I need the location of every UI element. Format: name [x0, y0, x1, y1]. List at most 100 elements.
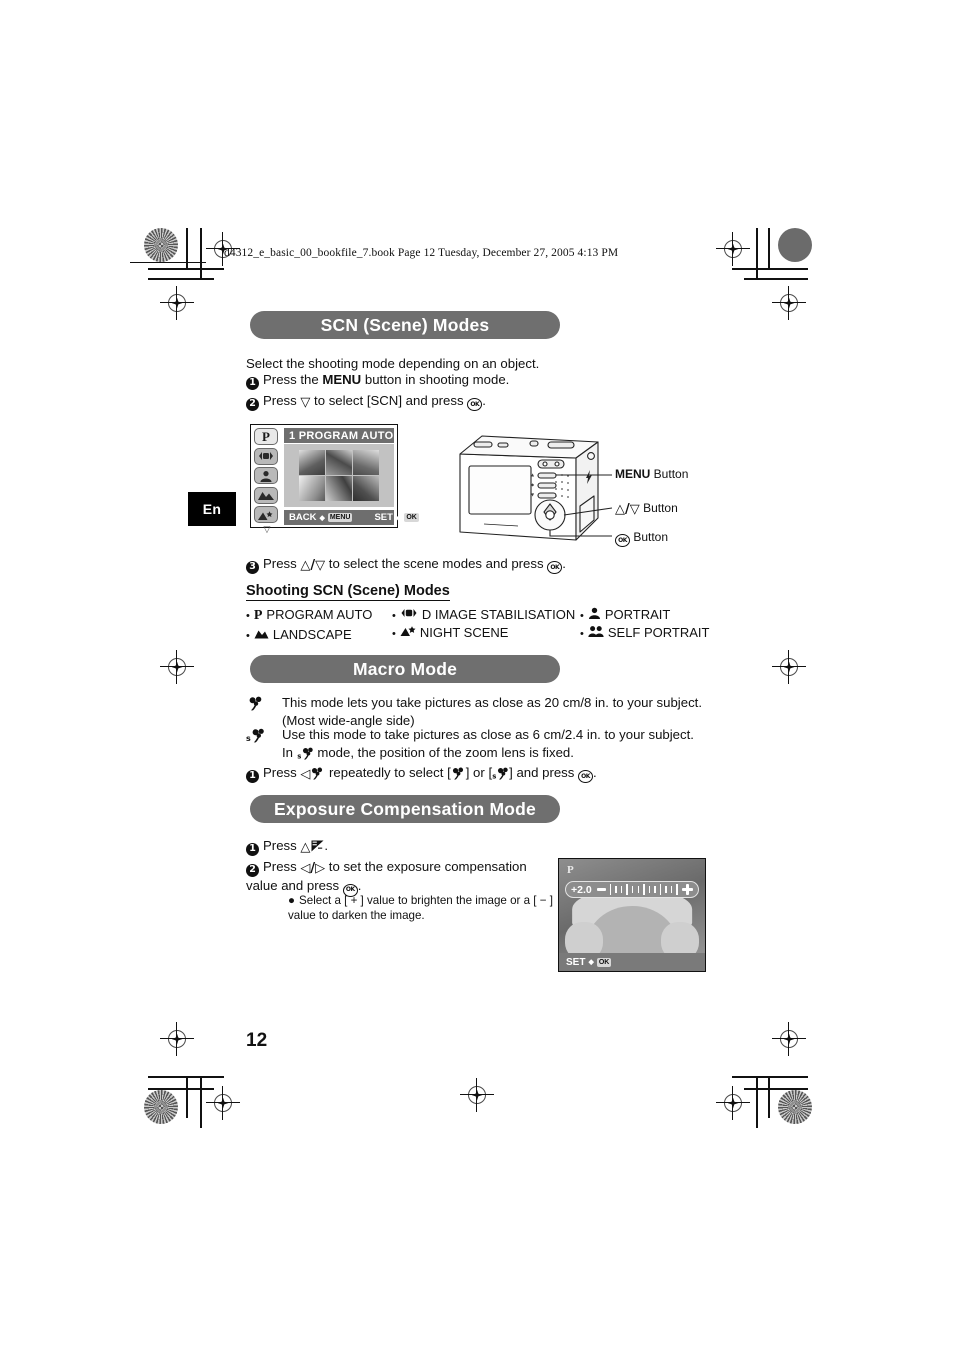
- lcd-icon-image-stabilisation: [254, 447, 278, 465]
- list-item: • LANDSCAPE: [246, 627, 406, 642]
- night-scene-glyph: [400, 626, 416, 636]
- crop-mark-tl-v2: [200, 228, 202, 280]
- exposure-value: +2.0: [571, 883, 592, 896]
- lcd-thumbnails: [299, 449, 379, 502]
- menu-keyword: MENU: [322, 372, 362, 387]
- callout-ok-button: OK Button: [615, 530, 668, 547]
- step-number-2: 2: [246, 863, 259, 877]
- macro-flower-glyph: [249, 696, 262, 711]
- callout-updown-rest: Button: [639, 501, 678, 515]
- callout-menu-button: MENU Button: [615, 467, 688, 481]
- bullet-dot: •: [580, 610, 584, 622]
- exposure-step-1-end: .: [324, 838, 329, 853]
- lcd-exp-diamond: ◆: [588, 959, 594, 966]
- list-item: • NIGHT SCENE: [392, 625, 582, 640]
- exposure-step-2: 2 Press ◁/▷ to set the exposure compensat…: [246, 858, 556, 897]
- list-item: • PORTRAIT: [580, 607, 760, 622]
- bullet-dot: •: [392, 628, 396, 640]
- mode-label: D IMAGE STABILISATION: [421, 607, 576, 622]
- macro-step-1: 1 Press ◁ repeatedly to select [ ] or [ s…: [246, 764, 686, 784]
- lcd-set-key: OK: [404, 513, 419, 522]
- updown-arrow-icon: △/▽: [300, 558, 326, 573]
- exposure-step-1: 1 Press △ .: [246, 837, 566, 856]
- step-number-1: 1: [246, 842, 259, 856]
- lcd-thumbnail: [299, 476, 325, 502]
- print-density-patch-tl: [144, 228, 178, 262]
- bookfile-header: d4312_e_basic_00_bookfile_7.book Page 12…: [224, 247, 619, 259]
- super-macro-flower-glyph: s: [492, 767, 508, 780]
- exposure-slider: +2.0: [565, 881, 699, 898]
- mode-label: PROGRAM AUTO: [266, 607, 373, 622]
- mode-label: PORTRAIT: [604, 607, 671, 622]
- svg-text:s: s: [297, 752, 301, 760]
- language-tab: En: [188, 492, 236, 526]
- portrait-glyph: [588, 607, 600, 619]
- macro-description-1: This mode lets you take pictures as clos…: [282, 695, 702, 728]
- down-arrow-icon: ▽: [300, 395, 311, 410]
- crop-mark-tr-v: [768, 228, 770, 270]
- exposure-step-2-pre: Press: [263, 859, 301, 874]
- crop-mark-bl-v2: [200, 1076, 202, 1128]
- lcd-back-label: BACK: [289, 512, 317, 523]
- registration-mark-right-upper: [772, 286, 806, 320]
- section-title-scn-label: SCN (Scene) Modes: [320, 314, 490, 335]
- left-arrow-icon: ◁: [300, 767, 311, 782]
- ok-button-icon: OK: [547, 561, 563, 575]
- bullet-dot: ●: [288, 894, 296, 907]
- crop-mark-br-v: [768, 1076, 770, 1118]
- lcd-set-label: SET: [374, 512, 393, 523]
- self-portrait-icon: [588, 625, 604, 640]
- landscape-glyph: [258, 492, 274, 500]
- scn-step-3: 3 Press △/▽ to select the scene modes and…: [246, 555, 676, 575]
- mode-label: SELF PORTRAIT: [607, 625, 710, 640]
- lcd-thumbnail: [299, 449, 325, 475]
- registration-mark-left-upper: [160, 286, 194, 320]
- exposure-step-1-pre: Press: [263, 838, 301, 853]
- lcd-thumbnail: [353, 449, 379, 475]
- section-title-scn: SCN (Scene) Modes: [250, 311, 560, 339]
- language-tab-label: En: [202, 501, 222, 517]
- callout-menu-keyword: MENU: [615, 467, 651, 481]
- scn-mode-list-col3: • PORTRAIT • SELF PORTRAIT: [580, 607, 760, 643]
- scn-step-3-post: to select the scene modes and press: [325, 556, 548, 571]
- macro-option-b-icon: s: [492, 767, 509, 784]
- subhead-shooting-scn-modes: Shooting SCN (Scene) Modes: [246, 583, 450, 601]
- section-title-exposure: Exposure Compensation Mode: [250, 795, 560, 823]
- svg-text:s: s: [492, 772, 496, 780]
- scn-step-2-pre: Press: [263, 393, 301, 408]
- image-stabilisation-glyph: [401, 609, 417, 617]
- bullet-dot: •: [580, 628, 584, 640]
- bullet-dot: •: [392, 610, 396, 622]
- up-arrow-icon: △: [300, 840, 311, 855]
- plus-icon: [682, 884, 693, 895]
- lcd-icon-landscape: [254, 486, 278, 504]
- macro-step-end: .: [593, 765, 597, 780]
- lcd-mode-sidebar: P ▽: [254, 428, 280, 533]
- macro-option-a-icon: [451, 767, 466, 784]
- minus-icon: [596, 888, 606, 891]
- mode-label: LANDSCAPE: [272, 627, 352, 642]
- scn-step-1-pre: Press the: [263, 372, 323, 387]
- registration-mark-right-lower: [772, 1022, 806, 1056]
- page-number: 12: [246, 1030, 268, 1051]
- svg-text:s: s: [246, 734, 251, 743]
- scn-step-2-post: to select [SCN] and press: [310, 393, 468, 408]
- callout-updown-keyword: △/▽: [615, 502, 640, 517]
- callout-menu-rest: Button: [650, 467, 689, 481]
- lcd-set-diamond: ◆: [395, 514, 402, 522]
- macro-description-2b: mode, the position of the zoom lens is f…: [313, 744, 574, 760]
- lcd-exposure-footer: SET ◆ OK: [559, 953, 705, 971]
- crop-mark-br-v2: [756, 1076, 758, 1128]
- header-rule: [130, 262, 206, 264]
- macro-step-mid3: ] and press: [509, 765, 579, 780]
- self-portrait-glyph: [588, 626, 604, 637]
- macro-step-mid2: ] or [: [465, 765, 493, 780]
- portrait-icon: [588, 607, 601, 622]
- macro-step-mid: repeatedly to select [: [325, 765, 451, 780]
- section-title-exposure-label: Exposure Compensation Mode: [274, 798, 536, 819]
- step-number-3: 3: [246, 560, 259, 574]
- exposure-compensation-glyph: [311, 840, 324, 852]
- scn-mode-list-col2: • D IMAGE STABILISATION • NIGHT SCENE: [392, 607, 582, 643]
- crop-mark-tl-v: [186, 228, 188, 270]
- lcd-thumbnail: [353, 476, 379, 502]
